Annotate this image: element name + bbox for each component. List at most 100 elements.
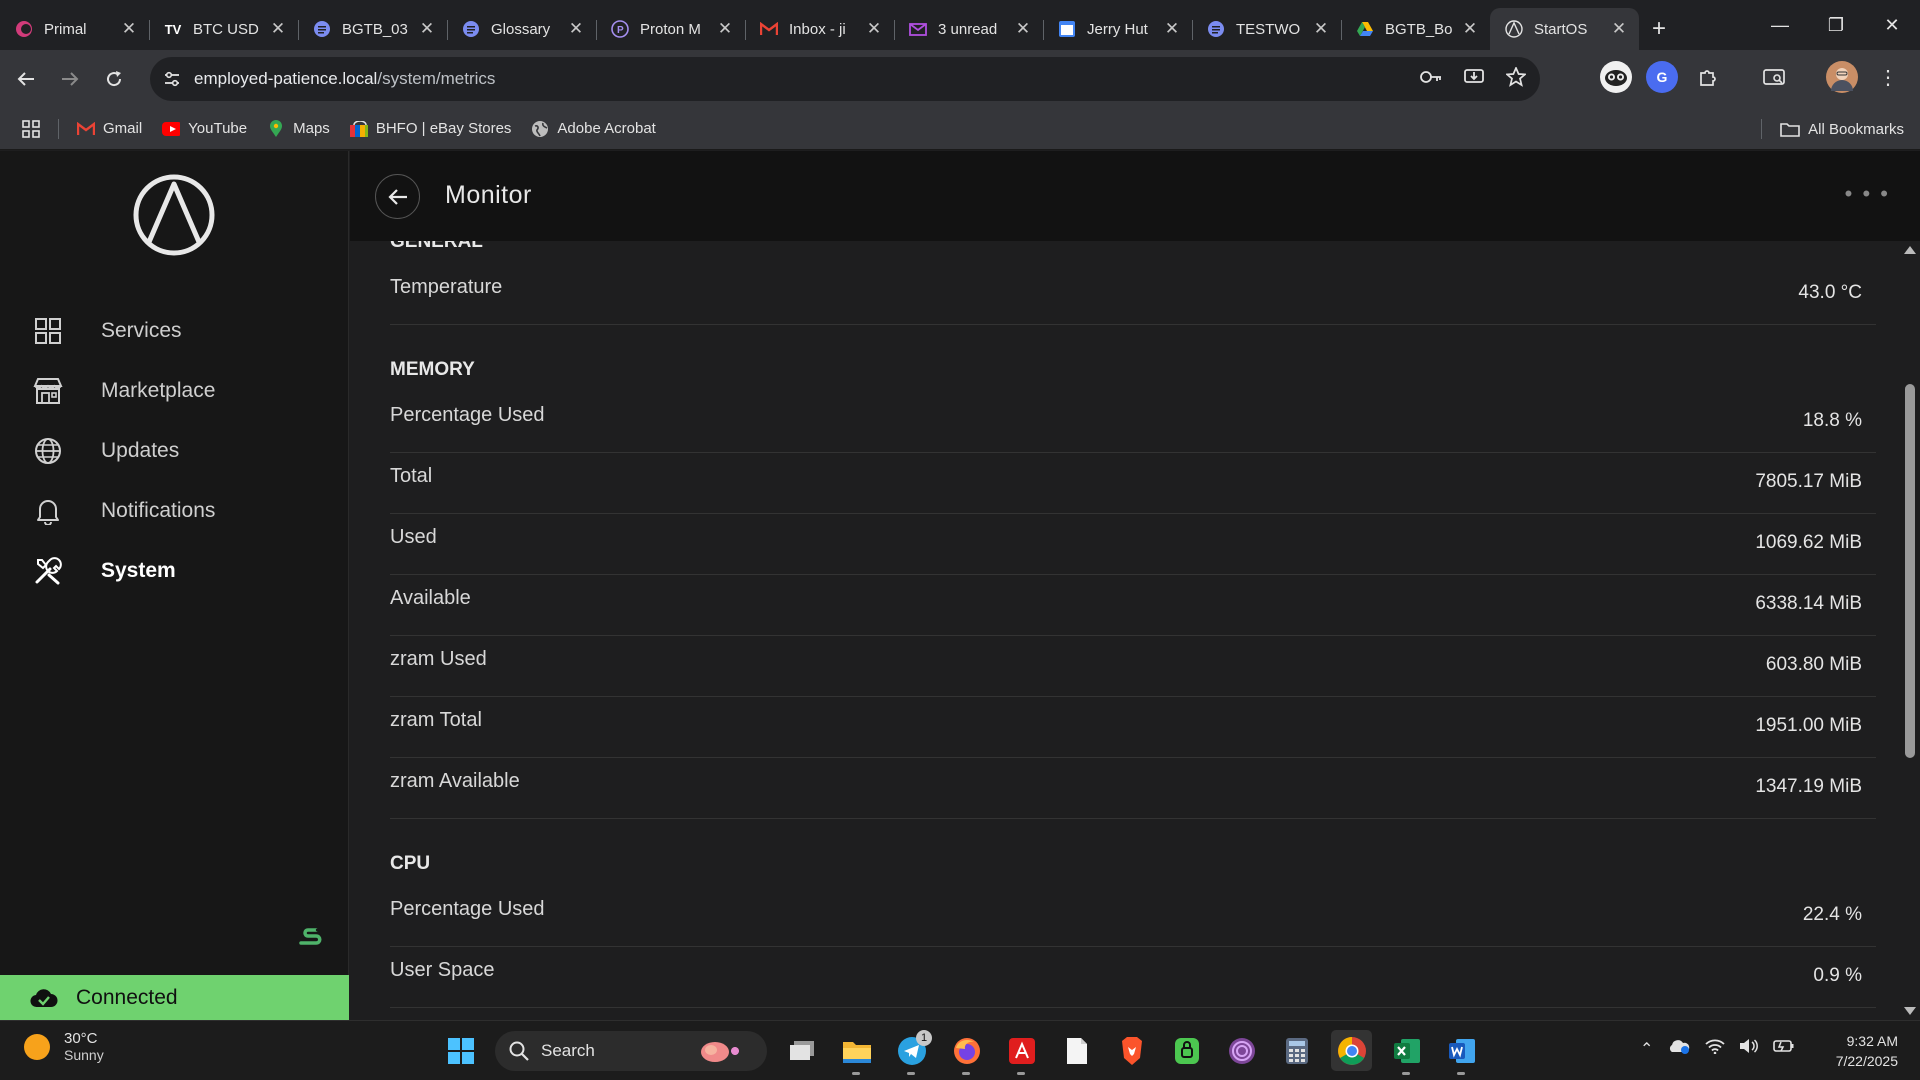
more-options-icon[interactable]: • • • [1845, 181, 1890, 207]
tab-close-icon[interactable]: ✕ [1311, 19, 1331, 39]
tab-label: Inbox - ji [789, 20, 846, 38]
metric-label: Percentage Used [390, 404, 545, 426]
site-info-icon[interactable] [150, 71, 194, 87]
browser-tab-active[interactable]: StartOS ✕ [1490, 8, 1639, 50]
browser-menu-icon[interactable]: ⋮ [1872, 61, 1904, 93]
metric-value: 7805.17 MiB [1755, 471, 1862, 492]
sidebar-item-marketplace[interactable]: Marketplace [0, 361, 349, 421]
metric-label: Temperature [390, 276, 503, 298]
battery-icon[interactable] [1773, 1038, 1795, 1059]
bookmark-maps[interactable]: Maps [267, 119, 330, 138]
firefox-icon[interactable] [946, 1030, 987, 1075]
browser-tab[interactable]: BGTB_03 ✕ [298, 8, 447, 50]
adobe-acrobat-icon[interactable] [1001, 1030, 1042, 1075]
arrow-left-icon [387, 188, 407, 205]
browser-tab[interactable]: 3 unread ✕ [894, 8, 1043, 50]
tab-close-icon[interactable]: ✕ [417, 19, 437, 39]
chrome-icon[interactable] [1331, 1030, 1372, 1071]
tab-close-icon[interactable]: ✕ [1460, 19, 1480, 39]
apps-grid-icon[interactable] [22, 119, 40, 138]
browser-tab[interactable]: TV BTC USD ✕ [149, 8, 298, 50]
browser-tab[interactable]: Inbox - ji ✕ [745, 8, 894, 50]
new-tab-button[interactable]: + [1639, 8, 1679, 50]
scroll-down-icon[interactable] [1904, 1007, 1916, 1015]
scroll-up-icon[interactable] [1904, 246, 1916, 254]
side-panel-icon[interactable] [1758, 61, 1790, 93]
show-hidden-icons-icon[interactable]: ⌃ [1640, 1039, 1653, 1059]
all-bookmarks-button[interactable]: All Bookmarks [1761, 108, 1904, 150]
bookmark-adobe-acrobat[interactable]: Adobe Acrobat [531, 120, 656, 138]
file-explorer-icon[interactable] [836, 1030, 877, 1075]
browser-tab[interactable]: Glossary ✕ [447, 8, 596, 50]
metric-value: 1347.19 MiB [1755, 776, 1862, 797]
onedrive-icon[interactable] [1667, 1037, 1691, 1060]
password-key-icon[interactable] [1420, 70, 1442, 89]
tab-close-icon[interactable]: ✕ [1162, 19, 1182, 39]
brave-icon[interactable] [1111, 1030, 1152, 1071]
bookmark-gmail[interactable]: Gmail [77, 120, 142, 138]
telegram-icon[interactable]: 1 [891, 1030, 932, 1075]
browser-tab[interactable]: TESTWO ✕ [1192, 8, 1341, 50]
tab-close-icon[interactable]: ✕ [1013, 19, 1033, 39]
extension-owl-icon[interactable] [1600, 61, 1632, 93]
tab-close-icon[interactable]: ✕ [119, 19, 139, 39]
task-view-icon[interactable] [781, 1030, 822, 1071]
svg-text:P: P [617, 25, 624, 36]
sidebar-item-label: Notifications [101, 499, 216, 522]
back-button[interactable] [375, 174, 420, 219]
sidebar-item-updates[interactable]: Updates [0, 421, 349, 481]
weather-widget[interactable]: 30°C Sunny [24, 1030, 104, 1063]
volume-icon[interactable] [1739, 1038, 1759, 1059]
tab-close-icon[interactable]: ✕ [715, 19, 735, 39]
close-window-icon[interactable]: ✕ [1864, 0, 1920, 50]
install-app-icon[interactable] [1464, 68, 1484, 91]
section-title-general: GENERAL [390, 241, 483, 252]
sidebar-item-notifications[interactable]: Notifications [0, 481, 349, 541]
startos-logo[interactable] [133, 174, 215, 256]
bookmarks-divider [58, 118, 59, 139]
bookmark-star-icon[interactable] [1504, 65, 1528, 92]
extension-translate-icon[interactable]: G [1646, 61, 1678, 93]
forward-icon[interactable] [52, 61, 88, 97]
metric-label: zram Used [390, 648, 487, 670]
tor-browser-icon[interactable] [1221, 1030, 1262, 1071]
password-manager-icon[interactable] [1166, 1030, 1207, 1071]
browser-tab[interactable]: P Proton M ✕ [596, 8, 745, 50]
tab-label: TESTWO [1236, 20, 1301, 38]
minimize-icon[interactable]: — [1752, 0, 1808, 50]
taskbar-clock[interactable]: 9:32 AM 7/22/2025 [1836, 1031, 1898, 1071]
sidebar-item-label: System [101, 559, 176, 582]
tab-close-icon[interactable]: ✕ [566, 19, 586, 39]
word-icon[interactable] [1441, 1030, 1482, 1075]
extensions-puzzle-icon[interactable] [1692, 61, 1724, 93]
notepad-icon[interactable] [1056, 1030, 1097, 1071]
tab-label: Jerry Hut [1087, 20, 1148, 38]
address-bar[interactable]: employed-patience.local/system/metrics [150, 57, 1540, 101]
content-scrollbar[interactable] [1900, 241, 1920, 1020]
metric-label: zram Available [390, 770, 520, 792]
tab-close-icon[interactable]: ✕ [864, 19, 884, 39]
back-icon[interactable] [8, 61, 44, 97]
sidebar-item-system[interactable]: System [0, 541, 349, 601]
tab-close-icon[interactable]: ✕ [1609, 19, 1629, 39]
scrollbar-thumb[interactable] [1905, 384, 1915, 758]
calculator-icon[interactable] [1276, 1030, 1317, 1071]
url-text: employed-patience.local/system/metrics [194, 69, 495, 89]
browser-tab[interactable]: Primal ✕ [0, 8, 149, 50]
excel-icon[interactable] [1386, 1030, 1427, 1075]
system-tray: ⌃ [1640, 1037, 1795, 1060]
snake-game-icon[interactable] [298, 925, 324, 952]
browser-tab[interactable]: BGTB_Bo ✕ [1341, 8, 1490, 50]
bookmark-youtube[interactable]: YouTube [162, 120, 247, 138]
wifi-icon[interactable] [1705, 1038, 1726, 1059]
profile-avatar-icon[interactable] [1826, 61, 1858, 93]
reload-icon[interactable] [96, 61, 132, 97]
browser-tab[interactable]: Jerry Hut ✕ [1043, 8, 1192, 50]
taskbar-search[interactable]: Search [495, 1030, 767, 1071]
sidebar-item-services[interactable]: Services [0, 301, 349, 361]
bookmark-ebay[interactable]: BHFO | eBay Stores [349, 120, 511, 138]
metric-row: Percentage Used 18.8 % [390, 392, 1876, 453]
windows-start-icon[interactable] [440, 1030, 481, 1071]
tab-close-icon[interactable]: ✕ [268, 19, 288, 39]
restore-icon[interactable]: ❐ [1808, 0, 1864, 50]
